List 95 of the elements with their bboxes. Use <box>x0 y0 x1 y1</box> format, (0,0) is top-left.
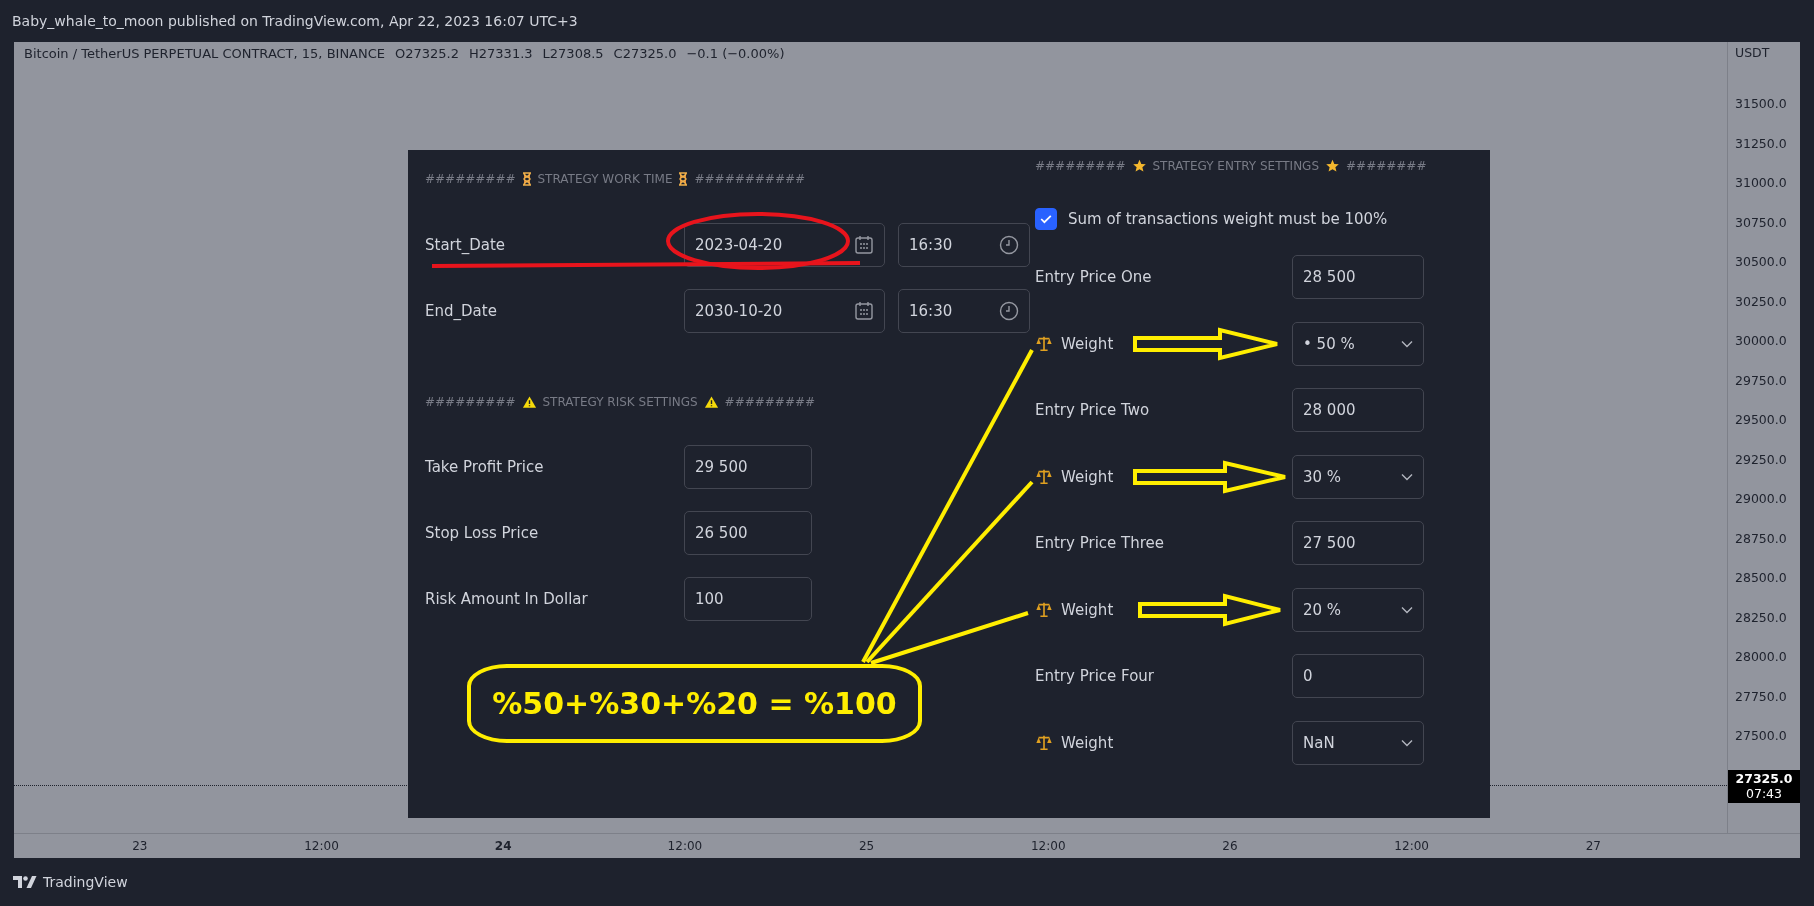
checkbox[interactable] <box>1035 208 1057 230</box>
price-label: 29250.0 <box>1734 450 1788 469</box>
hourglass-icon <box>678 172 689 186</box>
time-label: 12:00 <box>667 839 703 853</box>
field-label: Weight <box>1061 733 1114 752</box>
date-field[interactable]: 2030-10-20 <box>684 289 885 333</box>
price-label: 30750.0 <box>1734 213 1788 232</box>
time-label: 24 <box>494 839 512 853</box>
price-label: 28000.0 <box>1734 648 1788 666</box>
bar-countdown: 07:43 <box>1746 786 1782 801</box>
time-label: 25 <box>858 839 875 853</box>
heading-hashes: ######### <box>425 172 516 186</box>
price-label: 28250.0 <box>1734 608 1788 627</box>
warning-icon <box>703 395 719 409</box>
price-label: 31500.0 <box>1734 95 1788 113</box>
brand-name: TradingView <box>43 874 128 890</box>
field-label: Take Profit Price <box>425 458 545 476</box>
time-label: 12:00 <box>1031 839 1066 853</box>
field-label: End_Date <box>425 302 498 320</box>
field-label: Weight <box>1061 334 1114 353</box>
number-field[interactable]: 0 <box>1292 654 1424 698</box>
field-label: Weight <box>1061 600 1114 619</box>
star-icon <box>1325 159 1341 173</box>
dropdown[interactable]: 30 % <box>1292 454 1424 499</box>
field-label: Start_Date <box>425 236 506 254</box>
time-field[interactable]: 16:30 <box>898 223 1030 267</box>
chevron-down-icon <box>1401 738 1413 747</box>
low-value: L27308.5 <box>542 46 604 61</box>
number-field[interactable]: 27 500 <box>1292 521 1424 565</box>
time-label: 26 <box>1222 839 1238 853</box>
time-label: 12:00 <box>304 839 339 853</box>
price-label: 27750.0 <box>1734 687 1788 706</box>
heading-hashes: ######### <box>425 395 516 409</box>
open-value: O27325.2 <box>395 46 460 61</box>
hourglass-icon <box>521 172 532 186</box>
scales-icon <box>1035 467 1053 486</box>
close-value: C27325.0 <box>613 46 677 61</box>
price-label: 31000.0 <box>1734 174 1788 192</box>
price-label: 30250.0 <box>1734 292 1788 311</box>
last-price: 27325.0 <box>1735 771 1793 786</box>
section-heading: STRATEGY RISK SETTINGS <box>542 395 698 409</box>
calendar-icon <box>854 235 874 255</box>
time-label: 12:00 <box>1394 839 1429 853</box>
scales-icon <box>1035 733 1053 752</box>
number-field[interactable]: 28 500 <box>1292 255 1424 299</box>
calendar-icon <box>854 301 874 321</box>
heading-hashes: ######### <box>1035 159 1126 173</box>
field-label: Stop Loss Price <box>425 524 540 542</box>
star-icon <box>1131 159 1147 173</box>
dropdown[interactable]: 20 % <box>1292 587 1424 632</box>
price-label: 30000.0 <box>1734 332 1788 350</box>
change-value: −0.1 (−0.00%) <box>686 46 785 61</box>
field-label: Risk Amount In Dollar <box>425 590 589 608</box>
number-field[interactable]: 100 <box>684 577 812 621</box>
clock-icon <box>999 301 1019 321</box>
field-label: Entry Price One <box>1035 268 1153 286</box>
field-label: Entry Price Four <box>1035 667 1155 685</box>
time-label: 27 <box>1585 839 1601 853</box>
price-label: 29000.0 <box>1734 490 1788 508</box>
chevron-down-icon <box>1401 339 1413 348</box>
number-field[interactable]: 29 500 <box>684 445 812 489</box>
chevron-down-icon <box>1401 472 1413 481</box>
time-field[interactable]: 16:30 <box>898 289 1030 333</box>
price-label: 29500.0 <box>1734 411 1788 429</box>
scales-icon <box>1035 334 1053 353</box>
symbol-name: Bitcoin / TetherUS PERPETUAL CONTRACT, 15, BINANCE <box>24 46 386 61</box>
scales-icon <box>1035 600 1053 619</box>
clock-icon <box>999 235 1019 255</box>
price-label: 29750.0 <box>1734 371 1788 390</box>
price-label: 28750.0 <box>1734 529 1788 548</box>
time-label: 23 <box>132 839 148 853</box>
field-label: Entry Price Three <box>1035 534 1165 552</box>
warning-icon <box>521 395 537 409</box>
dropdown[interactable]: NaN <box>1292 720 1424 765</box>
heading-hashes: ########### <box>694 172 806 186</box>
high-value: H27331.3 <box>469 46 533 61</box>
dropdown[interactable]: • 50 % <box>1292 321 1424 366</box>
field-label: Weight <box>1061 467 1114 486</box>
heading-hashes: ######## <box>1346 159 1427 173</box>
section-heading: STRATEGY ENTRY SETTINGS <box>1152 159 1320 173</box>
currency-label: USDT <box>1734 44 1771 62</box>
chevron-down-icon <box>1401 605 1413 614</box>
price-label: 27500.0 <box>1734 727 1788 745</box>
price-label: 28500.0 <box>1734 569 1788 587</box>
publication-title: Baby_whale_to_moon published on TradingView.com, Apr 22, 2023 16:07 UTC+3 <box>12 13 578 29</box>
field-label: Entry Price Two <box>1035 401 1151 419</box>
checkbox-label: Sum of transactions weight must be 100% <box>1068 210 1388 228</box>
logo-icon <box>13 875 37 889</box>
heading-hashes: ######### <box>724 395 816 409</box>
annotation-callout: %50+%30+%20 = %100 <box>467 664 922 743</box>
number-field[interactable]: 26 500 <box>684 511 812 555</box>
price-label: 30500.0 <box>1734 253 1788 271</box>
section-heading: STRATEGY WORK TIME <box>537 172 673 186</box>
price-label: 31250.0 <box>1734 134 1788 153</box>
number-field[interactable]: 28 000 <box>1292 388 1424 432</box>
